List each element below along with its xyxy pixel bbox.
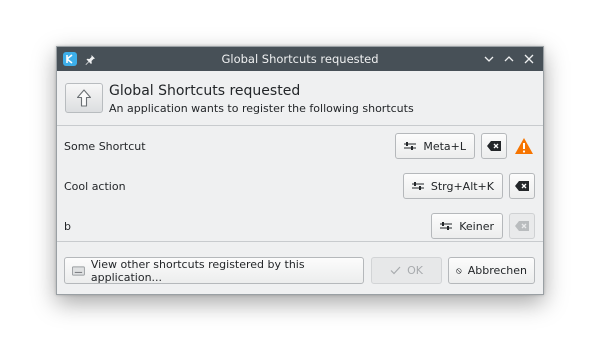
- shortcut-key-text: Strg+Alt+K: [430, 179, 494, 193]
- backspace-icon: [487, 141, 501, 151]
- shortcut-label: Cool action: [64, 179, 126, 193]
- configure-icon: [404, 142, 417, 150]
- title-bar[interactable]: Global Shortcuts requested: [57, 47, 543, 71]
- shortcut-label: b: [64, 219, 71, 233]
- chevron-up-icon: [504, 56, 514, 62]
- go-up-arrow-icon: [65, 83, 103, 113]
- shortcut-list: Some Shortcut Meta+L Cool action Strg+Al…: [57, 126, 543, 246]
- shortcut-row: Cool action Strg+Alt+K: [57, 166, 543, 206]
- shortcut-row: Some Shortcut Meta+L: [57, 126, 543, 166]
- chevron-down-icon: [484, 56, 494, 62]
- cancel-button[interactable]: Abbrechen: [448, 257, 535, 284]
- header-title: Global Shortcuts requested: [109, 82, 301, 99]
- configure-icon: [440, 222, 453, 230]
- shortcut-key-button[interactable]: Strg+Alt+K: [402, 173, 503, 199]
- keyboard-icon: [72, 265, 85, 276]
- kde-app-icon[interactable]: [63, 52, 77, 66]
- cancel-label: Abbrechen: [467, 264, 527, 277]
- shortcut-key-text: Keiner: [459, 219, 494, 233]
- backspace-icon: [515, 181, 529, 191]
- shortcut-key-button[interactable]: Meta+L: [395, 133, 475, 159]
- backspace-icon: [515, 221, 529, 231]
- maximize-button[interactable]: [501, 51, 517, 67]
- ok-label: OK: [407, 264, 423, 277]
- clear-shortcut-button[interactable]: [509, 173, 535, 199]
- ok-button[interactable]: OK: [371, 257, 442, 284]
- pin-icon[interactable]: [83, 52, 97, 66]
- dialog-header: Global Shortcuts requested An applicatio…: [57, 71, 543, 126]
- shortcut-key-text: Meta+L: [423, 139, 466, 153]
- header-subtitle: An application wants to register the fol…: [109, 101, 414, 115]
- close-button[interactable]: [521, 51, 537, 67]
- minimize-button[interactable]: [481, 51, 497, 67]
- shortcut-label: Some Shortcut: [64, 139, 146, 153]
- checkmark-icon: [390, 266, 401, 275]
- configure-icon: [411, 182, 424, 190]
- dialog-footer: View other shortcuts registered by this …: [57, 241, 543, 294]
- cancel-icon: [456, 267, 462, 274]
- shortcuts-dialog: Global Shortcuts requested Global Shortc…: [56, 46, 544, 295]
- window-title: Global Shortcuts requested: [221, 52, 379, 66]
- view-other-shortcuts-button[interactable]: View other shortcuts registered by this …: [64, 257, 364, 284]
- view-other-label: View other shortcuts registered by this …: [90, 257, 305, 284]
- close-icon: [524, 54, 534, 64]
- shortcut-key-button[interactable]: Keiner: [431, 213, 503, 239]
- shortcut-row: b Keiner: [57, 206, 543, 246]
- clear-shortcut-button[interactable]: [481, 133, 507, 159]
- warning-icon: [513, 135, 535, 157]
- clear-shortcut-button[interactable]: [509, 213, 535, 239]
